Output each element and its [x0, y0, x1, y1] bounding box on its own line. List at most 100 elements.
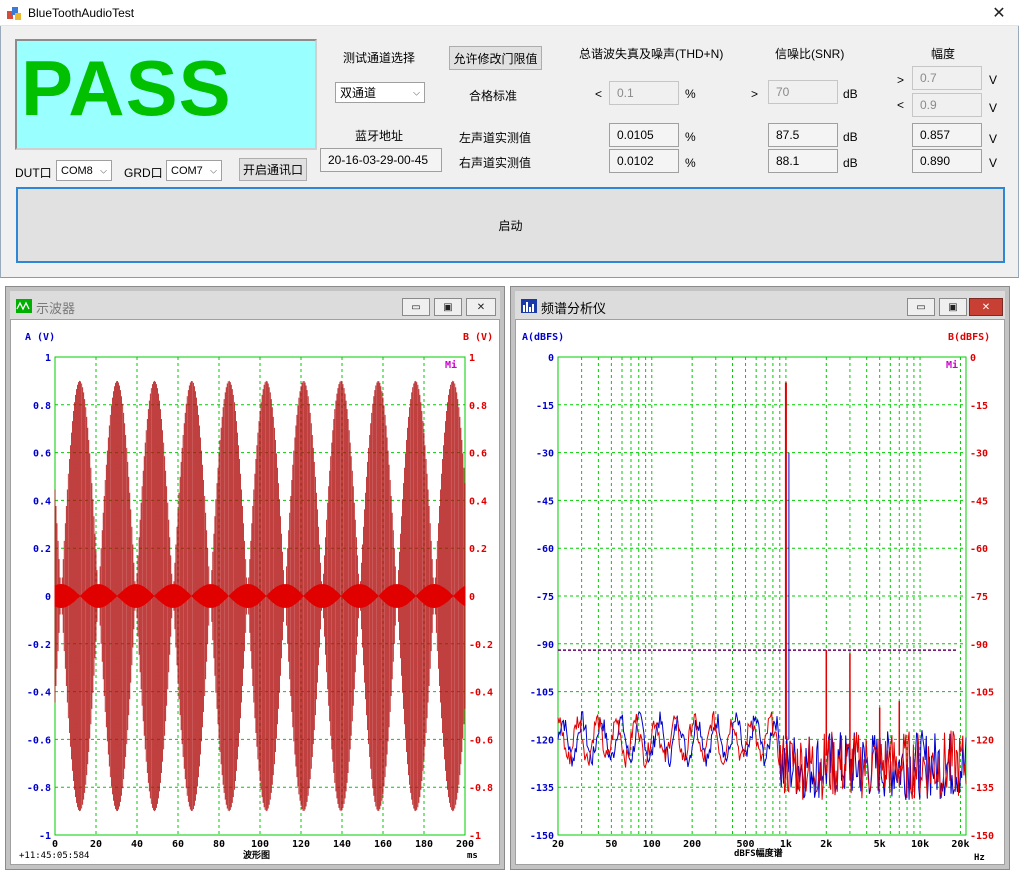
- channel-select-label: 测试通道选择: [343, 51, 416, 65]
- amplitude-right-unit: V: [989, 156, 998, 170]
- snr-left-unit: dB: [843, 130, 858, 144]
- amplitude-min-field[interactable]: 0.7: [912, 66, 982, 90]
- amplitude-left-unit: V: [989, 132, 998, 146]
- spec-y-tick-left: -120: [530, 735, 554, 746]
- left-channel-label: 左声道实测值: [459, 131, 532, 145]
- amplitude-max-value: 0.9: [920, 98, 937, 112]
- spectrum-caption: 频谱分析仪 ▭ ▣ ✕: [515, 291, 1005, 319]
- grd-port-select[interactable]: COM7 ⌵: [166, 160, 222, 181]
- osc-y-tick-left: 0.8: [33, 401, 51, 412]
- spec-x-tick: 5k: [874, 839, 886, 850]
- right-channel-label: 右声道实测值: [459, 156, 532, 170]
- spec-left-axis-title: A(dBFS): [522, 332, 564, 343]
- thd-limit-field[interactable]: 0.1: [609, 81, 679, 105]
- snr-limit-field[interactable]: 70: [768, 80, 838, 104]
- snr-left-field[interactable]: 87.5: [768, 123, 838, 147]
- title-bar: BlueToothAudioTest ✕: [0, 0, 1019, 26]
- osc-series-group: [54, 380, 466, 812]
- snr-operator: >: [751, 87, 759, 101]
- oscilloscope-plot-area[interactable]: A (V) B (V) Mi +11:45:05:584 波形图 ms 0 20 4…: [10, 319, 500, 865]
- spec-y-tick-left: -45: [536, 496, 554, 507]
- snr-right-value: 88.1: [776, 154, 800, 168]
- osc-corner-marker: Mi: [445, 359, 457, 371]
- control-panel: PASS DUT口 COM8 ⌵ GRD口 COM7 ⌵ 开启通讯口 测试通道选…: [0, 26, 1019, 278]
- open-port-button[interactable]: 开启通讯口: [239, 158, 307, 181]
- snr-unit: dB: [843, 87, 858, 101]
- thd-right-unit: %: [685, 156, 696, 170]
- spec-right-axis-title: B(dBFS): [948, 332, 990, 343]
- osc-timestamp: +11:45:05:584: [19, 851, 89, 861]
- amplitude-max-operator: <: [897, 98, 905, 112]
- spec-y-tick-right: -105: [970, 688, 994, 699]
- spec-y-tick-right: -60: [970, 544, 988, 555]
- spec-y-tick-right: -75: [970, 592, 988, 603]
- osc-right-axis-title: B (V): [463, 332, 493, 343]
- osc-x-unit: ms: [467, 851, 478, 861]
- oscilloscope-title: 示波器: [36, 301, 76, 316]
- spec-y-tick-left: 0: [548, 353, 554, 364]
- spectrum-window: 频谱分析仪 ▭ ▣ ✕ A(dBFS) B(dBFS) Mi dBFS幅度谱 H…: [510, 286, 1010, 870]
- window-title: BlueToothAudioTest: [28, 6, 135, 20]
- amplitude-min-operator: >: [897, 73, 905, 87]
- osc-left-axis-title: A (V): [25, 332, 55, 343]
- bluetooth-address-field[interactable]: 20-16-03-29-00-45: [320, 148, 442, 172]
- spec-grid: [557, 356, 967, 836]
- spectrum-icon: [521, 299, 537, 313]
- oscilloscope-minimize-button[interactable]: ▭: [402, 298, 430, 316]
- oscilloscope-close-button[interactable]: ✕: [466, 298, 496, 316]
- osc-x-tick: 100: [251, 839, 269, 850]
- spec-y-tick-right: -120: [970, 735, 994, 746]
- amplitude-max-field[interactable]: 0.9: [912, 93, 982, 117]
- spec-corner-marker: Mi: [946, 359, 958, 371]
- spec-y-tick-left: -105: [530, 688, 554, 699]
- osc-y-tick-right: 0.6: [469, 449, 487, 460]
- osc-y-tick-right: 0: [469, 592, 475, 603]
- osc-x-tick: 140: [333, 839, 351, 850]
- spec-y-tick-left: -60: [536, 544, 554, 555]
- oscilloscope-maximize-button[interactable]: ▣: [434, 298, 462, 316]
- osc-y-tick-right: 0.8: [469, 401, 487, 412]
- spectrum-maximize-button[interactable]: ▣: [939, 298, 967, 316]
- spectrum-minimize-button[interactable]: ▭: [907, 298, 935, 316]
- osc-y-tick-right: -0.6: [469, 735, 493, 746]
- dut-port-select[interactable]: COM8 ⌵: [56, 160, 112, 181]
- thd-limit-value: 0.1: [617, 86, 634, 100]
- window-close-button[interactable]: ✕: [979, 0, 1019, 26]
- spec-y-tick-right: -45: [970, 496, 988, 507]
- pass-standard-label: 合格标准: [469, 89, 518, 103]
- chevron-down-icon: ⌵: [413, 87, 420, 97]
- osc-y-tick-left: -0.4: [27, 688, 51, 699]
- spec-y-tick-left: -30: [536, 449, 554, 460]
- start-button[interactable]: 启动: [16, 187, 1005, 263]
- thd-left-field[interactable]: 0.0105: [609, 123, 679, 147]
- spec-y-tick-right: -90: [970, 640, 988, 651]
- osc-y-tick-right: -0.8: [469, 783, 493, 794]
- spectrum-chart: A(dBFS) B(dBFS) Mi dBFS幅度谱 Hz 20 50 100 200…: [522, 332, 994, 863]
- allow-edit-limits-button[interactable]: 允许修改门限值: [449, 46, 542, 70]
- spec-x-unit: Hz: [974, 853, 985, 863]
- thd-right-field[interactable]: 0.0102: [609, 149, 679, 173]
- osc-x-tick: 120: [292, 839, 310, 850]
- channel-select[interactable]: 双通道 ⌵: [335, 82, 425, 103]
- amplitude-right-field[interactable]: 0.890: [912, 149, 982, 173]
- osc-x-tick: 0: [52, 839, 58, 850]
- spec-series-group: [557, 382, 967, 800]
- snr-right-field[interactable]: 88.1: [768, 149, 838, 173]
- spec-y-tick-left: -15: [536, 401, 554, 412]
- osc-y-tick-left: 0.2: [33, 544, 51, 555]
- chevron-down-icon: ⌵: [210, 165, 217, 175]
- amplitude-right-value: 0.890: [920, 154, 951, 168]
- amplitude-left-field[interactable]: 0.857: [912, 123, 982, 147]
- snr-left-value: 87.5: [776, 128, 800, 142]
- grd-port-value: COM7: [171, 164, 203, 177]
- spec-y-tick-right: 0: [970, 353, 976, 364]
- channel-value: 双通道: [340, 86, 377, 100]
- spectrum-close-button[interactable]: ✕: [969, 298, 1003, 316]
- thd-left-unit: %: [685, 130, 696, 144]
- osc-x-tick: 160: [374, 839, 392, 850]
- thd-operator: <: [595, 87, 603, 101]
- spectrum-plot-area[interactable]: A(dBFS) B(dBFS) Mi dBFS幅度谱 Hz 20 50 100 200…: [515, 319, 1005, 865]
- dut-port-label: DUT口: [15, 166, 52, 180]
- osc-y-tick-right: -1: [469, 831, 481, 842]
- spec-y-tick-left: -75: [536, 592, 554, 603]
